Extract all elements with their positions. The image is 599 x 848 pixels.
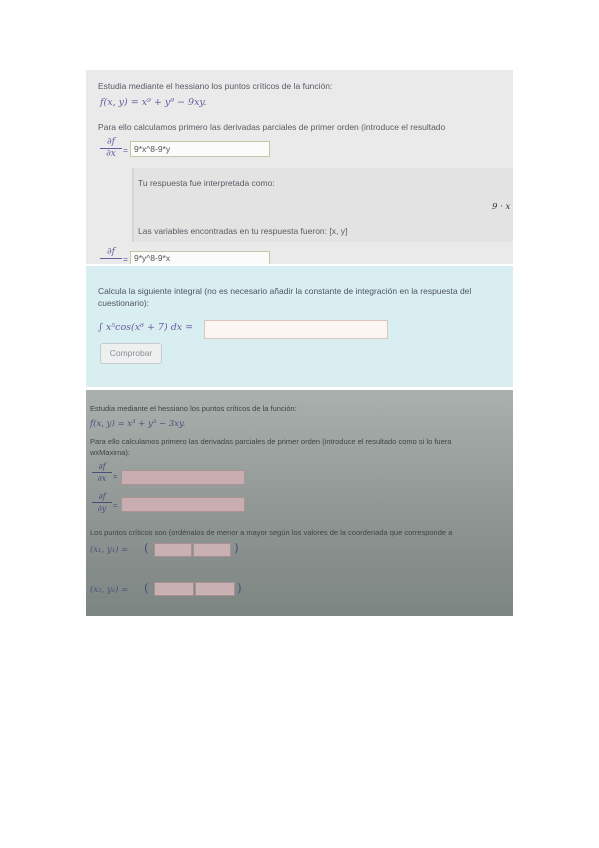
fraction-denominator: ∂x	[106, 149, 116, 159]
fraction-numerator: ∂f	[92, 461, 112, 473]
dfdx-answer-input[interactable]	[121, 470, 245, 485]
hessian-question-panel-2: Estudia mediante el hessiano los puntos …	[86, 390, 513, 616]
point1-y-input[interactable]	[193, 543, 231, 557]
integral-question-panel: Calcula la siguiente integral (no es nec…	[86, 266, 513, 387]
open-paren: (	[144, 541, 149, 555]
partial-x-fraction: ∂f ∂x	[92, 461, 112, 484]
equals-sign: =	[123, 145, 128, 155]
partial-x-fraction: ∂f ∂x	[100, 137, 122, 160]
equals-sign: =	[123, 254, 128, 264]
critical-points-text: Los puntos críticos son (ordénalos de me…	[90, 528, 453, 537]
fraction-numerator: ∂f	[100, 247, 122, 259]
fraction-denominator: ∂y	[97, 504, 107, 513]
partial-y-fraction: ∂f ∂y	[92, 491, 112, 514]
feedback-interpreted: Tu respuesta fue interpretada como:	[138, 178, 275, 188]
close-paren: )	[237, 581, 242, 595]
fraction-numerator: ∂f	[92, 491, 112, 503]
dfdx-answer-input[interactable]: 9*x^8-9*y	[130, 141, 270, 157]
equals-sign: =	[113, 501, 118, 510]
question-intro: Estudia mediante el hessiano los puntos …	[98, 81, 333, 91]
integral-answer-input[interactable]	[204, 320, 388, 339]
feedback-variables: Las variables encontradas en tu respuest…	[138, 226, 348, 236]
point1-x-input[interactable]	[154, 543, 192, 557]
check-button[interactable]: Comprobar	[100, 343, 162, 364]
point2-label: (x₂, y₂) =	[90, 585, 129, 595]
function-expression: f(x, y) = x⁹ + y⁹ − 9xy.	[100, 97, 207, 108]
integral-expression: ∫ x⁵cos(x⁶ + 7) dx =	[98, 322, 194, 333]
question-intro: Estudia mediante el hessiano los puntos …	[90, 404, 297, 413]
fraction-denominator: ∂x	[97, 474, 107, 483]
hessian-question-panel-1: Estudia mediante el hessiano los puntos …	[86, 70, 513, 264]
function-expression: f(x, y) = x³ + y³ − 3xy.	[90, 419, 186, 429]
fraction-numerator: ∂f	[100, 137, 122, 149]
point2-y-input[interactable]	[195, 582, 235, 596]
point1-label: (x₁, y₁) =	[90, 545, 129, 555]
open-paren: (	[144, 581, 149, 595]
partial-y-fraction: ∂f	[100, 247, 122, 259]
instruction-continuation: wxMaxima):	[90, 448, 131, 457]
close-paren: )	[234, 541, 239, 555]
point2-x-input[interactable]	[154, 582, 194, 596]
instruction-text: Para ello calculamos primero las derivad…	[98, 122, 446, 132]
answer-feedback-box: Tu respuesta fue interpretada como: 9 · …	[132, 168, 513, 242]
question-text: Calcula la siguiente integral (no es nec…	[98, 286, 472, 308]
equals-sign: =	[113, 472, 118, 481]
dfdy-answer-input[interactable]: 9*y^8-9*x	[130, 251, 270, 264]
instruction-text: Para ello calculamos primero las derivad…	[90, 437, 452, 446]
dfdy-answer-input[interactable]	[121, 497, 245, 512]
feedback-expression: 9 · x	[492, 202, 511, 212]
